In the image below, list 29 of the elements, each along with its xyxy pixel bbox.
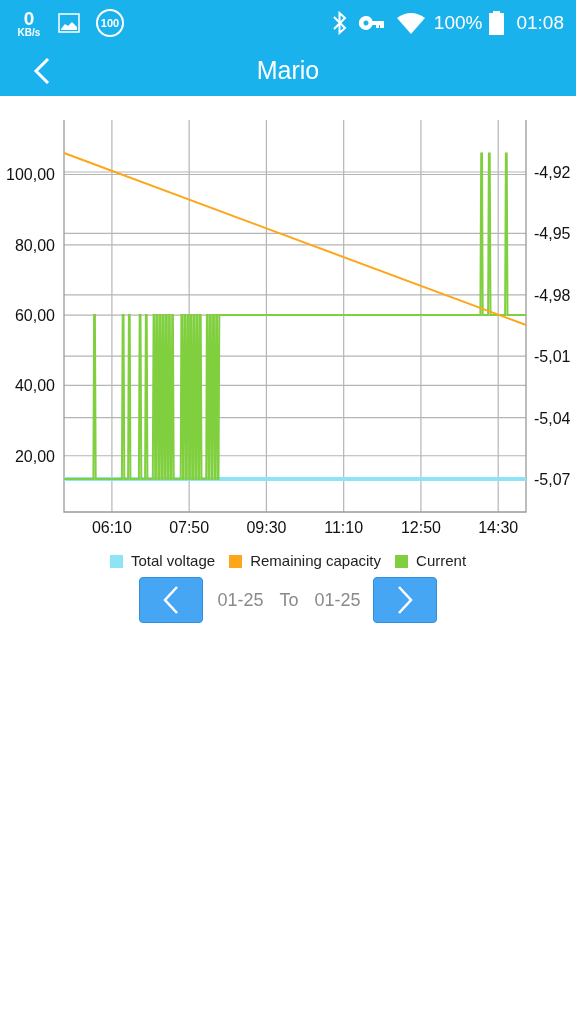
net-speed: 0 (23, 8, 35, 28)
legend-label: Remaining capacity (250, 550, 382, 571)
axis-label: 11:10 (324, 519, 364, 536)
axis-label: 40,00 (14, 377, 55, 395)
axis-label: -5,07 (534, 471, 571, 489)
legend-label: Total voltage (130, 550, 216, 571)
clock: 01:08 (516, 10, 564, 35)
axis-label: -5,04 (534, 409, 571, 427)
net-speed-unit: KB/s (17, 27, 41, 38)
start-date: 01-25 (217, 588, 264, 612)
axis-label: -4,95 (534, 225, 571, 243)
axis-label: 100,00 (6, 166, 55, 184)
axis-label: -4,98 (534, 286, 571, 304)
legend-label: Current (416, 550, 467, 571)
axis-label: 07:50 (169, 519, 210, 536)
battery-level: 100% (433, 10, 483, 35)
date-separator: To (279, 588, 299, 612)
notification-badge: 100 (96, 9, 124, 37)
axis-label: 09:30 (246, 519, 287, 536)
axis-label: 12:50 (400, 519, 441, 536)
axis-label: 60,00 (14, 307, 55, 325)
axis-label: 80,00 (14, 236, 55, 254)
axis-label: 06:10 (91, 519, 132, 536)
axis-label: -4,92 (534, 164, 571, 181)
screen-title: Mario (256, 55, 320, 87)
axis-label: -5,01 (534, 348, 571, 366)
axis-label: 14:30 (478, 519, 519, 536)
end-date: 01-25 (314, 588, 361, 612)
axis-label: 20,00 (14, 447, 55, 465)
